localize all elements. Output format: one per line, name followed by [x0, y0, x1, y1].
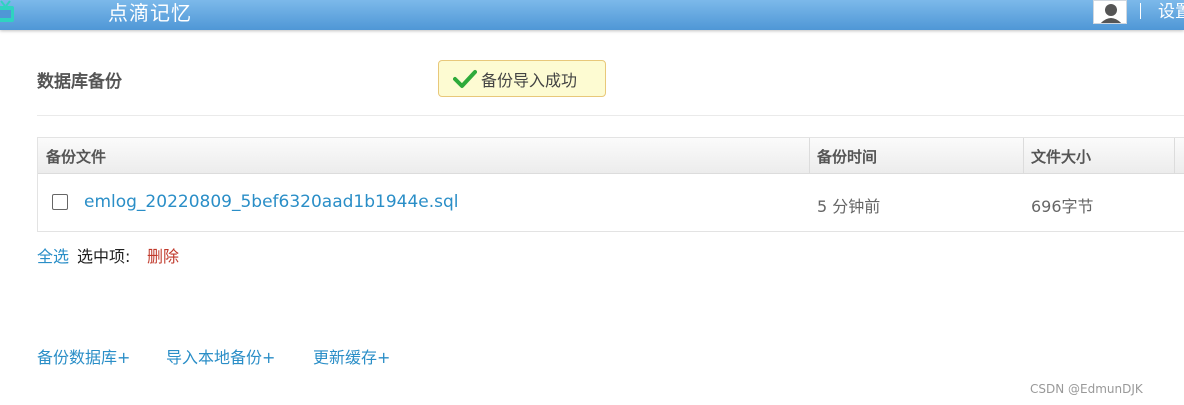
top-bar: 点滴记忆 设置: [0, 0, 1184, 30]
check-icon: [453, 69, 477, 88]
import-local-backup-link[interactable]: 导入本地备份+: [166, 344, 275, 368]
backup-file-link[interactable]: emlog_20220809_5bef6320aad1b1944e.sql: [84, 192, 459, 212]
backup-size: 696字节: [1031, 197, 1094, 216]
user-avatar-icon[interactable]: [1093, 0, 1127, 24]
column-header-size: 文件大小: [1031, 148, 1092, 166]
backup-table: 备份文件 备份时间 文件大小 emlog_20220809_5bef6320aa…: [37, 137, 1184, 232]
page-title: 数据库备份: [37, 72, 122, 92]
update-cache-link[interactable]: 更新缓存+: [313, 344, 390, 368]
alert-text: 备份导入成功: [481, 70, 578, 90]
table-row: emlog_20220809_5bef6320aad1b1944e.sql 5 …: [38, 173, 1184, 232]
header-divider: [1140, 3, 1141, 19]
backup-database-link[interactable]: 备份数据库+: [37, 344, 130, 368]
delete-link[interactable]: 删除: [147, 243, 179, 267]
table-header: 备份文件 备份时间 文件大小: [38, 138, 1184, 174]
column-separator: [1174, 138, 1175, 173]
row-checkbox[interactable]: [52, 194, 68, 210]
selected-items-label: 选中项:: [77, 247, 131, 266]
divider: [37, 115, 1184, 116]
column-separator: [809, 138, 810, 173]
watermark: CSDN @EdmunDJK: [1030, 382, 1143, 396]
column-separator: [1023, 138, 1024, 173]
tv-logo-icon[interactable]: [0, 0, 16, 22]
backup-time: 5 分钟前: [817, 197, 881, 216]
settings-link[interactable]: 设置: [1158, 0, 1184, 22]
success-alert: 备份导入成功: [438, 60, 606, 97]
select-all-link[interactable]: 全选: [37, 243, 69, 267]
column-header-time: 备份时间: [817, 148, 878, 166]
site-title[interactable]: 点滴记忆: [108, 0, 192, 26]
column-header-file: 备份文件: [46, 148, 107, 166]
